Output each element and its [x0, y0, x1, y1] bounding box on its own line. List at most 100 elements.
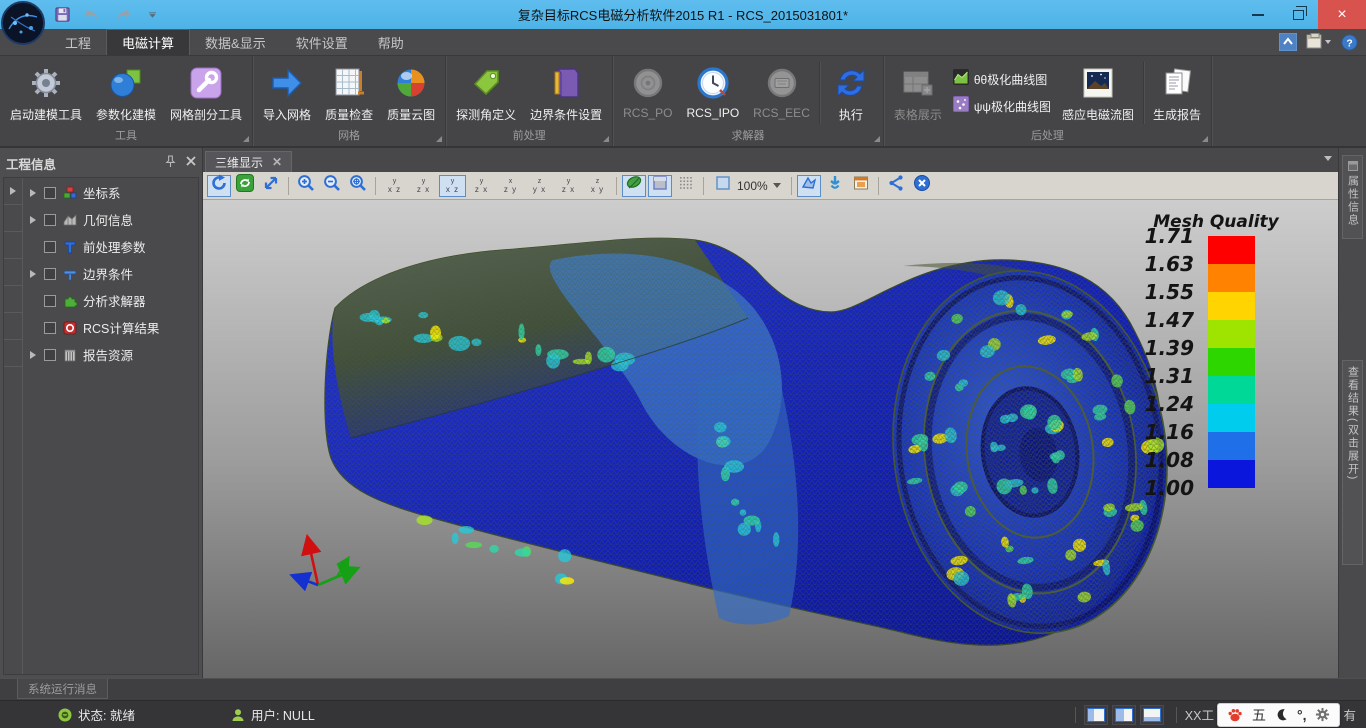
zoom-out-button[interactable]: [320, 175, 344, 197]
expander-icon[interactable]: [27, 189, 39, 197]
redo-icon[interactable]: [112, 5, 132, 25]
tree-item-preprocess-params[interactable]: 前处理参数: [23, 233, 198, 260]
zoom-in-button[interactable]: [294, 175, 318, 197]
app-logo-icon[interactable]: [1, 1, 46, 46]
refresh-view-button[interactable]: [233, 175, 257, 197]
tab-system-messages[interactable]: 系统运行消息: [17, 679, 108, 699]
layout-left-panel-button[interactable]: [1084, 705, 1108, 725]
tree-checkbox[interactable]: [44, 268, 56, 280]
tree-gutter-cell[interactable]: [4, 286, 22, 313]
tree-checkbox[interactable]: [44, 295, 56, 307]
mesh-partition-tool-button[interactable]: 网格剖分工具: [163, 58, 249, 128]
menu-tab-2[interactable]: 电磁计算: [106, 29, 190, 55]
quality-cloud-map-button[interactable]: 质量云图: [380, 58, 442, 128]
help-icon[interactable]: ?: [1341, 34, 1358, 51]
axis-view-button-7[interactable]: yz x: [555, 175, 582, 197]
axis-view-button-8[interactable]: zx y: [584, 175, 611, 197]
ime-wubi-label[interactable]: 五: [1252, 705, 1266, 725]
psi-polarization-curve-button[interactable]: ψψ极化曲线图: [953, 96, 1051, 117]
tab-close-icon[interactable]: ✕: [272, 155, 282, 169]
tree-checkbox[interactable]: [44, 187, 56, 199]
ime-paw-icon[interactable]: [1227, 707, 1243, 723]
group-dialog-launcher-icon[interactable]: [603, 136, 609, 142]
zoom-level-dropdown[interactable]: 100%: [709, 175, 786, 197]
zoom-extents-button[interactable]: [346, 175, 370, 197]
window-switch-button[interactable]: [1306, 33, 1332, 51]
menu-tab-3[interactable]: 数据&显示: [190, 29, 281, 55]
tree-gutter-cell[interactable]: [4, 313, 22, 340]
snapshot-button[interactable]: [797, 175, 821, 197]
tree-gutter-cell[interactable]: [4, 178, 22, 205]
render-points-button[interactable]: [674, 175, 698, 197]
tab-list-dropdown-icon[interactable]: [1324, 156, 1332, 161]
cancel-view-button[interactable]: [910, 175, 934, 197]
tab-view-results[interactable]: 查看结果(双击展开): [1342, 360, 1363, 565]
3d-viewport[interactable]: Mesh Quality 1.711.631.551.471.391.311.2…: [203, 200, 1338, 678]
start-modeling-tool-button[interactable]: 启动建模工具: [3, 58, 89, 128]
quality-check-button[interactable]: 质量检查: [318, 58, 380, 128]
expander-icon[interactable]: [27, 216, 39, 224]
tree-gutter-cell[interactable]: [4, 259, 22, 286]
tree-gutter-cell[interactable]: [4, 232, 22, 259]
undo-icon[interactable]: [82, 5, 102, 25]
tree-item-analysis-solver[interactable]: 分析求解器: [23, 287, 198, 314]
tree-item-coordinate-system[interactable]: 坐标系: [23, 179, 198, 206]
tree-item-rcs-results[interactable]: RCS计算结果: [23, 314, 198, 341]
table-display-button[interactable]: 表格展示: [887, 58, 949, 128]
rotate-view-button[interactable]: [207, 175, 231, 197]
tree-item-boundary-conditions[interactable]: 边界条件: [23, 260, 198, 287]
ime-punctuation-label[interactable]: °,: [1297, 707, 1307, 723]
tree-checkbox[interactable]: [44, 349, 56, 361]
group-dialog-launcher-icon[interactable]: [436, 136, 442, 142]
expander-icon[interactable]: [27, 351, 39, 359]
rcs-eec-button[interactable]: RCS_EEC: [746, 58, 817, 128]
group-dialog-launcher-icon[interactable]: [1202, 136, 1208, 142]
ime-settings-gear-icon[interactable]: [1315, 707, 1330, 722]
menu-tab-5[interactable]: 帮助: [363, 29, 419, 55]
layout-split-panel-button[interactable]: [1112, 705, 1136, 725]
layout-bottom-panel-button[interactable]: [1140, 705, 1164, 725]
render-shaded-button[interactable]: [648, 175, 672, 197]
theta-polarization-curve-button[interactable]: θθ极化曲线图: [953, 69, 1051, 90]
close-button[interactable]: ×: [1318, 0, 1366, 29]
axis-view-button-2[interactable]: yz x: [410, 175, 437, 197]
share-view-button[interactable]: [884, 175, 908, 197]
pin-icon[interactable]: [165, 155, 176, 171]
group-dialog-launcher-icon[interactable]: [243, 136, 249, 142]
window-capture-button[interactable]: [849, 175, 873, 197]
expander-icon[interactable]: [27, 270, 39, 278]
restore-button[interactable]: [1278, 0, 1318, 29]
render-leaf-button[interactable]: [622, 175, 646, 197]
import-mesh-button[interactable]: 导入网格: [256, 58, 318, 128]
rcs-po-button[interactable]: RCS_PO: [616, 58, 679, 128]
save-image-button[interactable]: [823, 175, 847, 197]
menu-tab-4[interactable]: 软件设置: [281, 29, 363, 55]
tree-item-geometry-info[interactable]: 几何信息: [23, 206, 198, 233]
axis-view-button-1[interactable]: yx z: [381, 175, 408, 197]
tree-checkbox[interactable]: [44, 322, 56, 334]
induced-em-current-map-button[interactable]: 感应电磁流图: [1055, 58, 1141, 128]
tree-item-report-resources[interactable]: 报告资源: [23, 341, 198, 368]
axis-view-button-3[interactable]: yx z: [439, 175, 466, 197]
tree-checkbox[interactable]: [44, 214, 56, 226]
generate-report-button[interactable]: 生成报告: [1146, 58, 1208, 128]
minimize-button[interactable]: [1238, 0, 1278, 29]
tree-checkbox[interactable]: [44, 241, 56, 253]
tree-gutter-cell[interactable]: [4, 340, 22, 367]
fit-view-button[interactable]: [259, 175, 283, 197]
tab-property-info[interactable]: 属性信息: [1342, 155, 1363, 239]
execute-button[interactable]: 执行: [822, 58, 880, 128]
menu-tab-1[interactable]: 工程: [50, 29, 106, 55]
axis-view-button-5[interactable]: xz y: [497, 175, 524, 197]
ime-moon-icon[interactable]: [1275, 708, 1288, 721]
ime-toolbar[interactable]: 五 °,: [1217, 703, 1341, 727]
group-dialog-launcher-icon[interactable]: [874, 136, 880, 142]
collapse-ribbon-button[interactable]: [1279, 33, 1297, 51]
tree-gutter-cell[interactable]: [4, 205, 22, 232]
probe-angle-define-button[interactable]: 探测角定义: [449, 58, 523, 128]
axis-view-button-4[interactable]: yz x: [468, 175, 495, 197]
tab-3d-display[interactable]: 三维显示 ✕: [205, 151, 292, 172]
parametric-modeling-button[interactable]: 参数化建模: [89, 58, 163, 128]
boundary-condition-setting-button[interactable]: 边界条件设置: [523, 58, 609, 128]
save-icon[interactable]: [52, 5, 72, 25]
